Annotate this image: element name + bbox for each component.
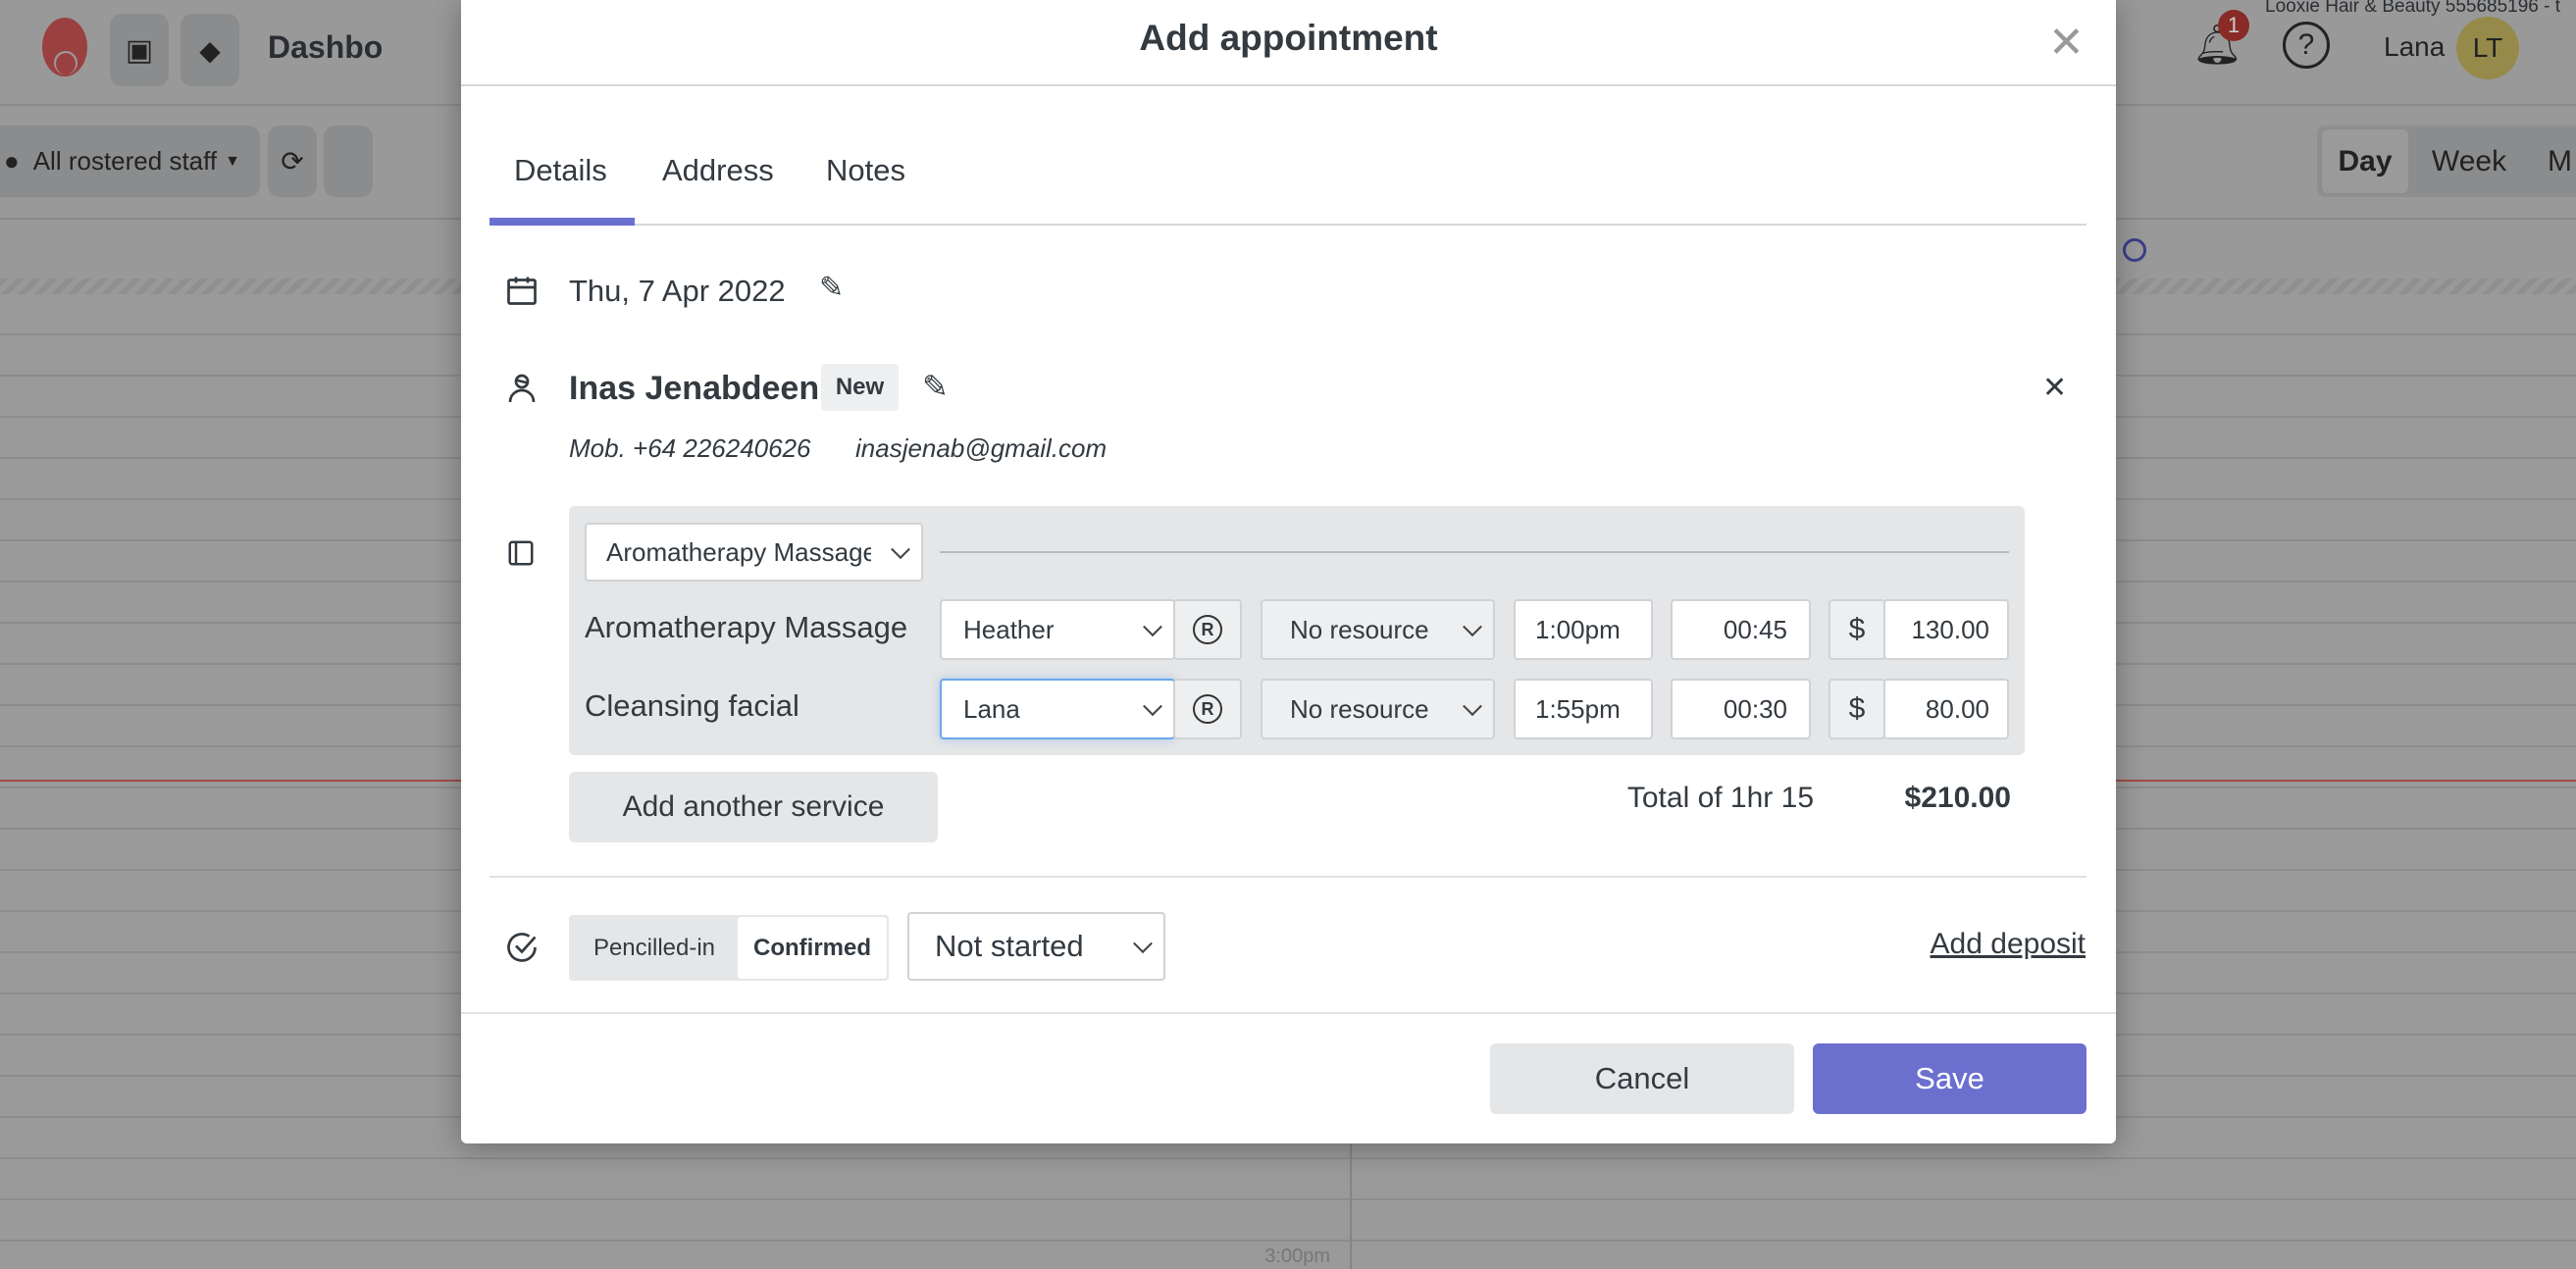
- duration-input[interactable]: 00:30: [1671, 679, 1811, 739]
- avatar[interactable]: LT: [2456, 17, 2519, 79]
- save-button[interactable]: Save: [1813, 1043, 2087, 1114]
- add-deposit-link[interactable]: Add deposit: [1736, 928, 2086, 961]
- chevron-down-icon: [1143, 696, 1162, 717]
- total-duration: Total of 1hr 15: [1626, 782, 1814, 814]
- user-name[interactable]: Lana: [2384, 31, 2445, 63]
- staff-filter[interactable]: ● All rostered staff ▼: [0, 126, 260, 197]
- staff-select[interactable]: Heather: [940, 599, 1175, 660]
- status-pencilled-in[interactable]: Pencilled-in: [571, 917, 738, 979]
- add-service-button[interactable]: Add another service: [569, 772, 938, 842]
- active-tab-indicator: [489, 218, 635, 226]
- service-name: Cleansing facial: [585, 688, 799, 723]
- service-name: Aromatherapy Massage: [585, 610, 908, 644]
- edit-client-button[interactable]: ✎: [922, 368, 949, 405]
- refresh-icon: ⟳: [281, 146, 304, 177]
- appointment-date: Thu, 7 Apr 2022: [569, 274, 786, 308]
- price-input[interactable]: 130.00: [1883, 599, 2009, 660]
- check-circle-icon: [504, 930, 540, 965]
- close-button[interactable]: ✕: [2048, 22, 2085, 65]
- request-icon: R: [1193, 694, 1222, 724]
- business-name: Looxie Hair & Beauty 555685196 - t: [2265, 0, 2561, 17]
- price-input[interactable]: 80.00: [1883, 679, 2009, 739]
- chevron-down-icon: [891, 539, 910, 560]
- edit-date-button[interactable]: ✎: [819, 271, 844, 305]
- tag-button[interactable]: ◆: [180, 14, 239, 86]
- calendar-plus-icon: ▣: [125, 33, 154, 67]
- request-staff-button[interactable]: R: [1173, 679, 1242, 739]
- view-day[interactable]: Day: [2322, 129, 2408, 193]
- user-icon: ●: [4, 146, 20, 176]
- notification-badge: 1: [2218, 10, 2249, 41]
- status-confirmed[interactable]: Confirmed: [738, 917, 887, 979]
- remove-client-button[interactable]: ✕: [2042, 371, 2067, 405]
- currency-label: $: [1829, 679, 1885, 739]
- calendar-icon: [504, 273, 540, 308]
- cancel-button[interactable]: Cancel: [1490, 1043, 1794, 1114]
- chevron-down-icon: [1143, 617, 1162, 637]
- duration-input[interactable]: 00:45: [1671, 599, 1811, 660]
- caret-down-icon: ▼: [225, 152, 240, 170]
- client-name[interactable]: Inas Jenabdeen: [569, 370, 819, 408]
- clock-icon: [2123, 238, 2146, 262]
- services-icon: [506, 538, 536, 568]
- request-staff-button[interactable]: R: [1173, 599, 1242, 660]
- refresh-button[interactable]: ⟳: [268, 126, 317, 197]
- status-toggle[interactable]: Pencilled-in Confirmed: [569, 915, 889, 981]
- resource-select[interactable]: No resource: [1261, 599, 1495, 660]
- logo: [42, 18, 87, 76]
- staff-select[interactable]: Lana: [940, 679, 1175, 739]
- view-month[interactable]: M: [2548, 129, 2572, 193]
- tab-details[interactable]: Details: [514, 153, 607, 188]
- request-icon: R: [1193, 615, 1222, 644]
- chevron-down-icon: [1463, 617, 1482, 637]
- client-email[interactable]: inasjenab@gmail.com: [855, 433, 1107, 464]
- help-icon[interactable]: ?: [2283, 22, 2330, 69]
- currency-label: $: [1829, 599, 1885, 660]
- start-time-input[interactable]: 1:55pm: [1514, 679, 1653, 739]
- modal-title: Add appointment: [1139, 18, 1438, 58]
- tab-address[interactable]: Address: [662, 153, 774, 188]
- print-button[interactable]: [324, 126, 373, 197]
- new-client-badge: New: [821, 364, 899, 411]
- tab-notes[interactable]: Notes: [826, 153, 905, 188]
- add-appointment-modal: Add appointment ✕ Details Address Notes …: [461, 0, 2116, 1143]
- package-select[interactable]: Aromatherapy Massage: [585, 523, 923, 582]
- view-week[interactable]: Week: [2421, 129, 2517, 193]
- start-time-input[interactable]: 1:00pm: [1514, 599, 1653, 660]
- total-amount: $210.00: [1904, 782, 2011, 814]
- new-appointment-button[interactable]: ▣: [110, 14, 169, 86]
- chevron-down-icon: [1463, 696, 1482, 717]
- resource-select[interactable]: No resource: [1261, 679, 1495, 739]
- progress-select[interactable]: Not started: [907, 912, 1165, 981]
- tag-icon: ◆: [199, 34, 221, 66]
- client-mobile: Mob. +64 226240626: [569, 433, 811, 463]
- page-title: Dashbo: [268, 29, 384, 65]
- client-icon: [504, 369, 540, 406]
- time-label: 3:00pm: [1264, 1245, 1330, 1267]
- chevron-down-icon: [1133, 934, 1153, 954]
